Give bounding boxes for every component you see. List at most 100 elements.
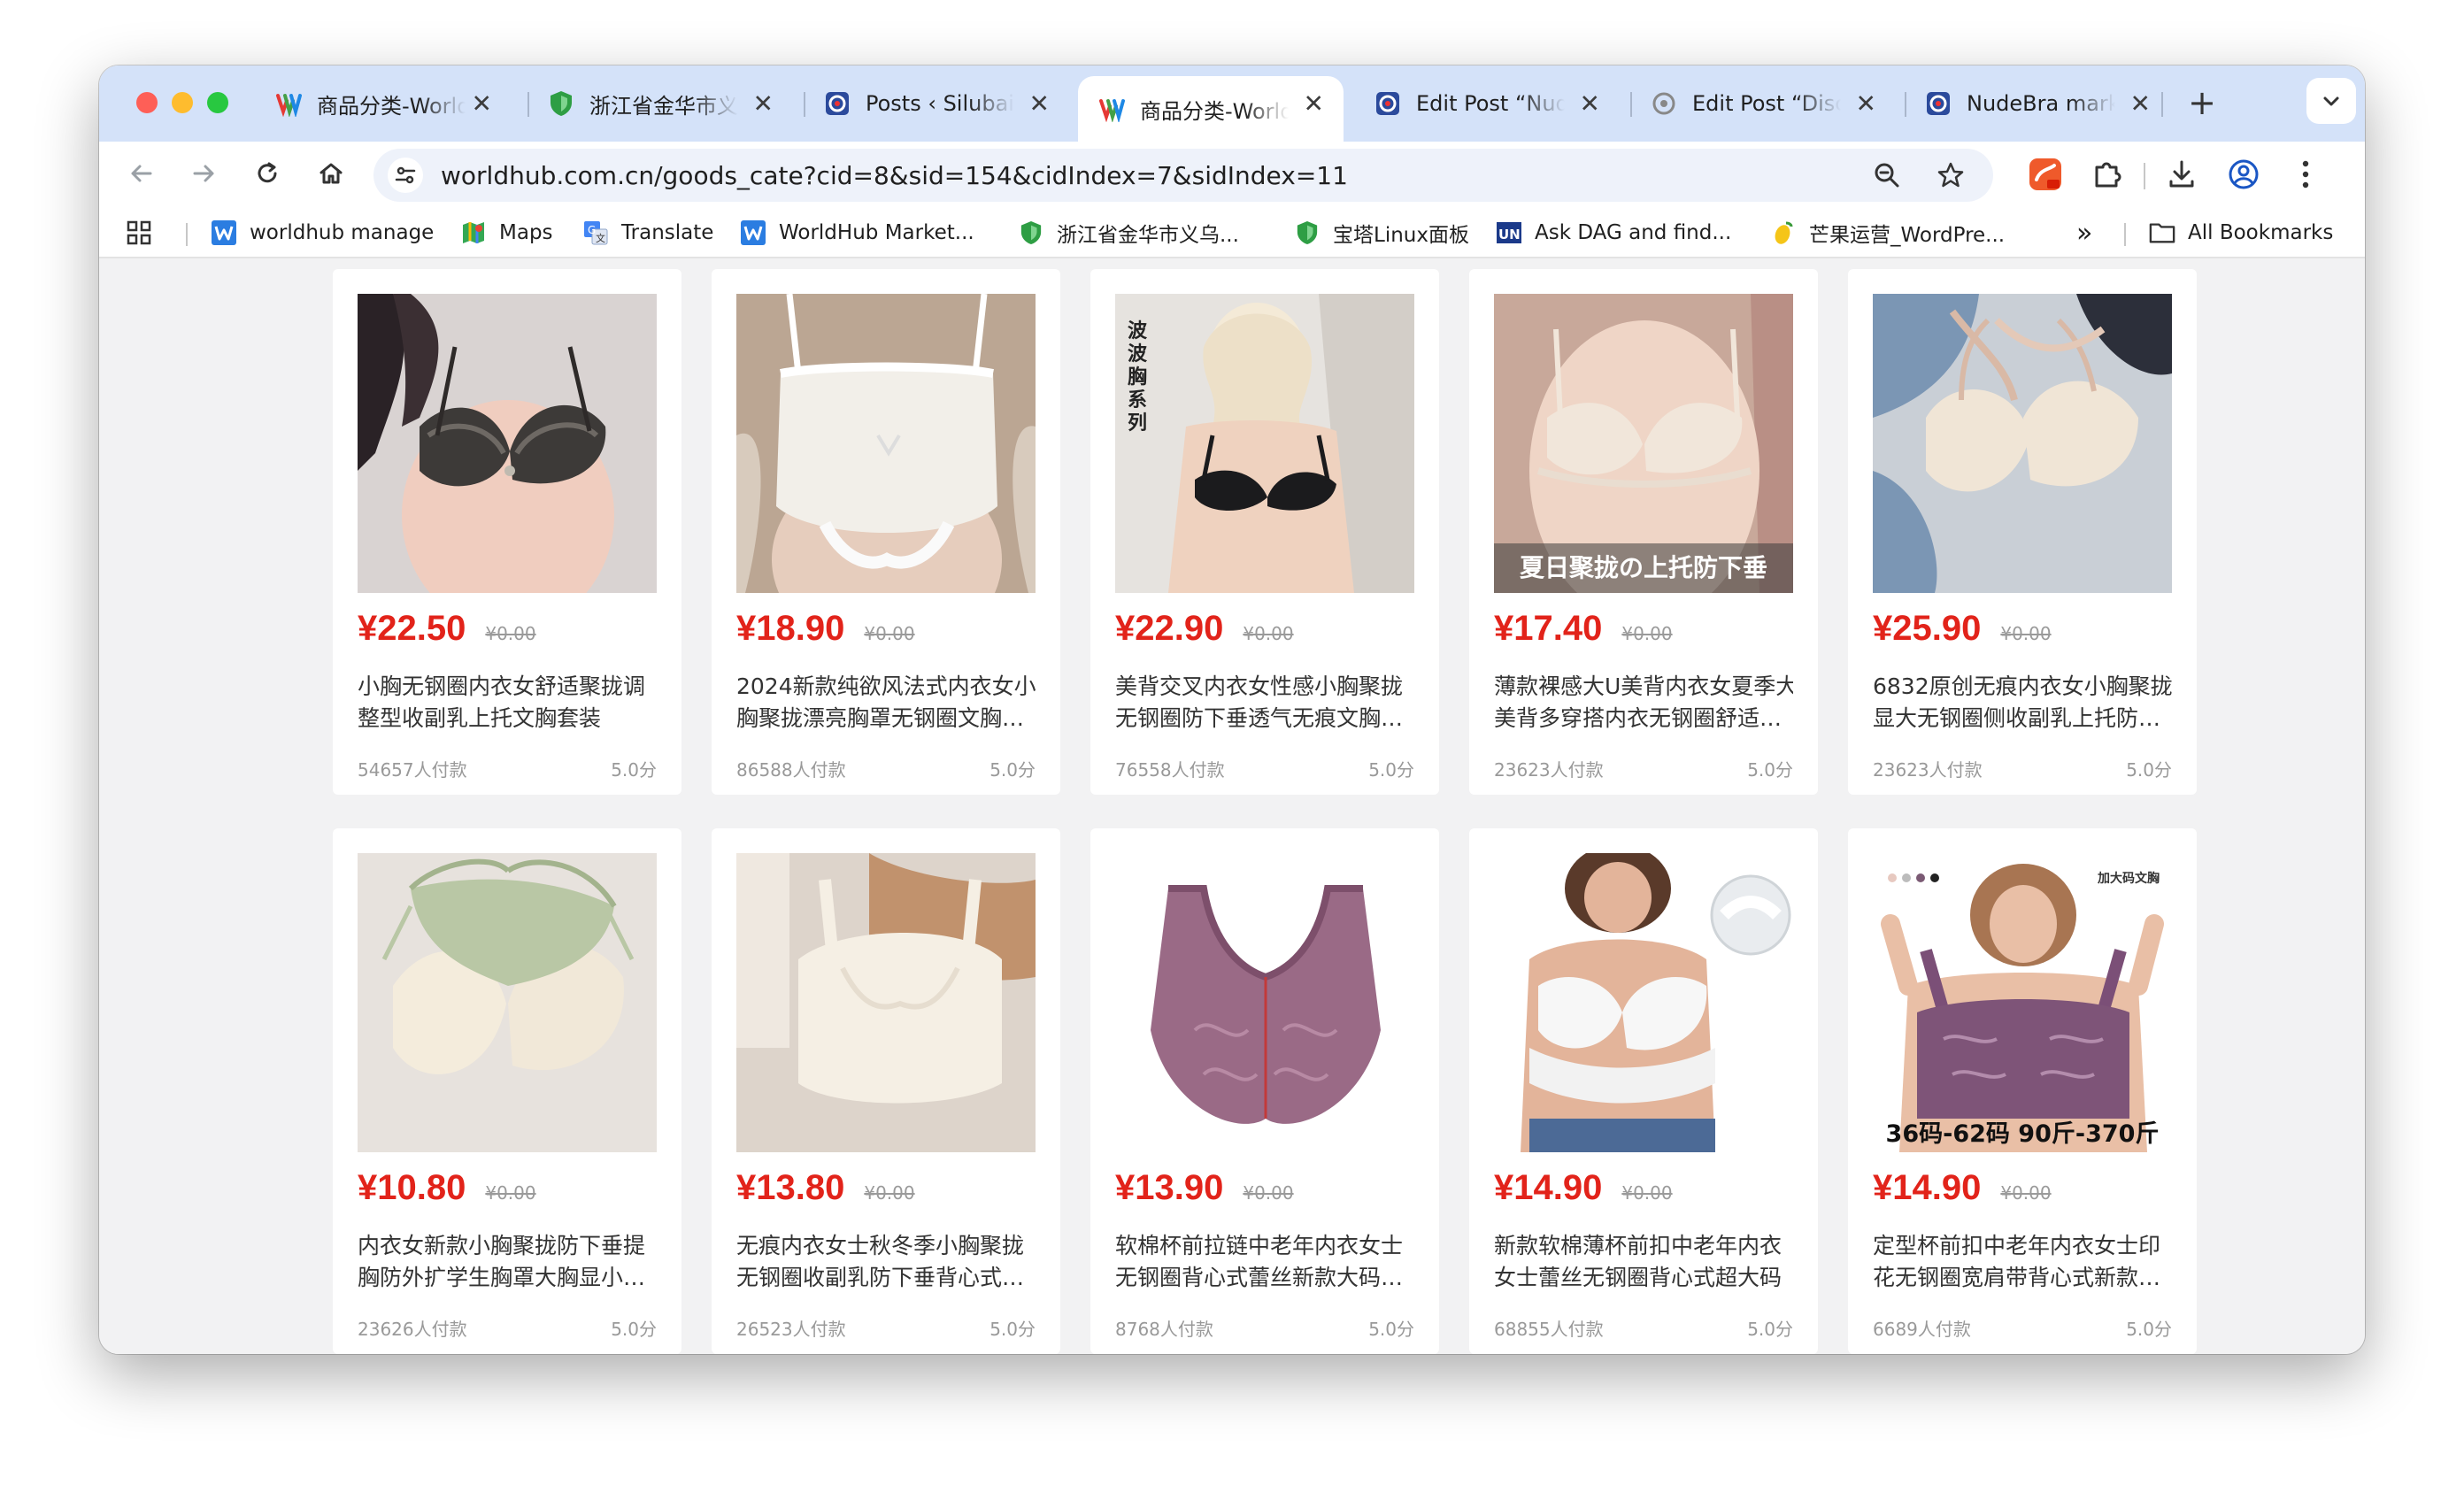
bookmark-label: 浙江省金华市义乌... [1057, 224, 1239, 247]
product-image-black-bra-model[interactable]: 波波胸系列 [1115, 294, 1414, 593]
zoom-icon[interactable] [1869, 158, 1905, 193]
price: ¥17.40 [1494, 609, 1603, 648]
mango-icon [1770, 219, 1797, 246]
shield-icon [547, 89, 575, 118]
product-card[interactable]: ¥13.80 ¥0.00 无痕内衣女士秋冬季小胸聚拢 无钢圈收副乳防下垂背心式文… [712, 828, 1060, 1354]
extensions-puzzle-icon[interactable] [2085, 152, 2129, 196]
site-settings-icon[interactable] [388, 158, 423, 193]
download-icon[interactable] [2160, 152, 2204, 196]
product-image-white-plus-size-bra[interactable] [1494, 853, 1793, 1152]
product-title[interactable]: 新款软棉薄杯前扣中老年内衣 女士蕾丝无钢圈背心式超大码 [1494, 1230, 1793, 1294]
price: ¥25.90 [1873, 609, 1982, 648]
product-card[interactable]: 夏日聚拢の上托防下垂 ¥17.40 ¥0.00 薄款裸感大U美背内衣女夏季大 美… [1469, 269, 1818, 795]
product-image-purple-plus-size-bra[interactable]: 加大码文胸 36码-62码 90斤-370斤 [1873, 853, 2172, 1152]
address-bar[interactable]: worldhub.com.cn/goods_cate?cid=8&sid=154… [373, 149, 1993, 202]
close-tab-icon[interactable]: ✕ [472, 89, 492, 119]
product-title[interactable]: 2024新款纯欲风法式内衣女小 胸聚拢漂亮胸罩无钢圈文胸套装 [736, 671, 1036, 735]
kebab-menu-icon[interactable] [2283, 152, 2328, 196]
title-line-2: 胸聚拢漂亮胸罩无钢圈文胸套装 [736, 705, 1036, 731]
close-tab-icon[interactable]: ✕ [1856, 89, 1876, 119]
close-tab-icon[interactable]: ✕ [1029, 89, 1050, 119]
product-image-cream-bra-model[interactable]: 夏日聚拢の上托防下垂 [1494, 294, 1793, 593]
tab-2[interactable]: 浙江省金华市义乌 ✕ [527, 76, 793, 131]
product-card[interactable]: ¥13.90 ¥0.00 软棉杯前拉链中老年内衣女士 无钢圈背心式蕾丝新款大码文… [1090, 828, 1439, 1354]
bookmark-ask-dag[interactable]: UN Ask DAG and find... [1496, 218, 1731, 248]
original-price: ¥0.00 [485, 1182, 536, 1204]
product-card[interactable]: ¥10.80 ¥0.00 内衣女新款小胸聚拢防下垂提 胸防外扩学生胸罩大胸显小文… [333, 828, 681, 1354]
product-card[interactable]: ¥22.50 ¥0.00 小胸无钢圈内衣女舒适聚拢调 整型收副乳上托文胸套装 5… [333, 269, 681, 795]
product-image-green-cream-lace-bra[interactable] [358, 853, 657, 1152]
close-tab-icon[interactable]: ✕ [2130, 89, 2151, 119]
product-image-black-lace-bra[interactable] [358, 294, 657, 593]
product-card[interactable]: 波波胸系列 ¥22.90 ¥0.00 美背交叉内衣女性感小胸聚拢 无钢圈防下垂透… [1090, 269, 1439, 795]
image-overlay-text: 波波胸系列 [1128, 320, 1148, 435]
home-button[interactable] [306, 149, 356, 198]
rating: 5.0分 [1747, 1319, 1793, 1340]
minimize-window-button[interactable] [172, 92, 193, 113]
bookmark-zhejiang[interactable]: 浙江省金华市义乌... [1018, 218, 1239, 248]
title-line-1: 薄款裸感大U美背内衣女夏季大 [1494, 673, 1793, 699]
title-line-2: 无钢圈收副乳防下垂背心式文胸 [736, 1265, 1036, 1290]
bookmark-maps[interactable]: Maps [460, 218, 553, 248]
maximize-window-button[interactable] [207, 92, 228, 113]
url-text[interactable]: worldhub.com.cn/goods_cate?cid=8&sid=154… [441, 161, 1348, 190]
bookmark-baota[interactable]: 宝塔Linux面板 [1294, 218, 1469, 248]
title-line-2: 显大无钢圈侧收副乳上托防下垂 [1873, 705, 2172, 731]
tab-label: 商品分类-WorldHub [1140, 98, 1289, 124]
tab-6[interactable]: Edit Post “Disc ✕ [1630, 76, 1896, 131]
product-title[interactable]: 6832原创无痕内衣女小胸聚拢 显大无钢圈侧收副乳上托防下垂 [1873, 671, 2172, 735]
reload-button[interactable] [243, 149, 292, 198]
profile-icon[interactable] [2221, 152, 2266, 196]
extension-red-icon[interactable] [2023, 152, 2067, 196]
title-line-1: 6832原创无痕内衣女小胸聚拢 [1873, 673, 2172, 699]
product-title[interactable]: 定型杯前扣中老年内衣女士印 花无钢圈宽肩带背心式新款大码 [1873, 1230, 2172, 1294]
close-tab-icon[interactable]: ✕ [1580, 89, 1600, 119]
product-card[interactable]: 加大码文胸 36码-62码 90斤-370斤 ¥14.90 ¥0.00 定型杯前… [1848, 828, 2197, 1354]
bookmark-worldhub-manage[interactable]: worldhub manage [211, 218, 434, 248]
tab-label: Edit Post “Disc [1692, 91, 1841, 116]
close-tab-icon[interactable]: ✕ [753, 89, 774, 119]
bookmark-mango[interactable]: 芒果运营_WordPre... [1770, 218, 2005, 248]
tab-5[interactable]: Edit Post “Nude ✕ [1354, 76, 1620, 131]
product-title[interactable]: 薄款裸感大U美背内衣女夏季大 美背多穿搭内衣无钢圈舒适文胸 [1494, 671, 1793, 735]
product-image-seamless-bras[interactable] [736, 853, 1036, 1152]
product-image-purple-front-zip-bra[interactable] [1115, 853, 1414, 1152]
product-title[interactable]: 内衣女新款小胸聚拢防下垂提 胸防外扩学生胸罩大胸显小文胸 [358, 1230, 657, 1294]
worldhub-icon [274, 89, 303, 118]
product-image-beige-bras-flatlay[interactable] [1873, 294, 2172, 593]
sales-count: 23623人付款 [1873, 759, 1983, 781]
product-card[interactable]: ¥14.90 ¥0.00 新款软棉薄杯前扣中老年内衣 女士蕾丝无钢圈背心式超大码… [1469, 828, 1818, 1354]
all-bookmarks-button[interactable]: All Bookmarks [2149, 218, 2333, 248]
tab-4-active[interactable]: 商品分类-WorldHub ✕ [1078, 76, 1344, 142]
product-title[interactable]: 小胸无钢圈内衣女舒适聚拢调 整型收副乳上托文胸套装 [358, 671, 657, 735]
bookmark-star-icon[interactable] [1933, 158, 1968, 193]
back-button[interactable] [117, 149, 166, 198]
product-title[interactable]: 无痕内衣女士秋冬季小胸聚拢 无钢圈收副乳防下垂背心式文胸 [736, 1230, 1036, 1294]
bookmark-translate[interactable]: G文 Translate [582, 218, 713, 248]
original-price: ¥0.00 [1621, 623, 1673, 644]
rating: 5.0分 [611, 759, 657, 781]
bookmark-worldhub-market[interactable]: WorldHub Market... [740, 218, 974, 248]
new-tab-button[interactable]: + [2181, 81, 2223, 124]
close-tab-icon[interactable]: ✕ [1304, 89, 1324, 119]
product-card[interactable]: ¥18.90 ¥0.00 2024新款纯欲风法式内衣女小 胸聚拢漂亮胸罩无钢圈文… [712, 269, 1060, 795]
tab-7[interactable]: NudeBra market ✕ [1905, 76, 2170, 131]
product-image-white-lace-bandeau[interactable] [736, 294, 1036, 593]
tab-3[interactable]: Posts ‹ Silubai ✕ [804, 76, 1069, 131]
title-line-2: 胸防外扩学生胸罩大胸显小文胸 [358, 1265, 657, 1290]
arrow-right-icon [193, 165, 214, 182]
tab-search-button[interactable] [2306, 78, 2356, 124]
more-bookmarks-chevron[interactable]: » [2076, 218, 2092, 249]
rating: 5.0分 [989, 759, 1036, 781]
image-overlay-label: 加大码文胸 [2098, 872, 2160, 886]
apps-grid-icon[interactable] [126, 218, 152, 248]
tab-1[interactable]: 商品分类-WorldHub ✕ [255, 76, 512, 131]
forward-button[interactable] [179, 149, 228, 198]
title-line-1: 小胸无钢圈内衣女舒适聚拢调 [358, 673, 646, 699]
product-title[interactable]: 软棉杯前拉链中老年内衣女士 无钢圈背心式蕾丝新款大码文胸 [1115, 1230, 1414, 1294]
close-window-button[interactable] [136, 92, 158, 113]
price: ¥18.90 [736, 609, 845, 648]
product-title[interactable]: 美背交叉内衣女性感小胸聚拢 无钢圈防下垂透气无痕文胸套装 [1115, 671, 1414, 735]
product-card[interactable]: ¥25.90 ¥0.00 6832原创无痕内衣女小胸聚拢 显大无钢圈侧收副乳上托… [1848, 269, 2197, 795]
sales-count: 23623人付款 [1494, 759, 1604, 781]
